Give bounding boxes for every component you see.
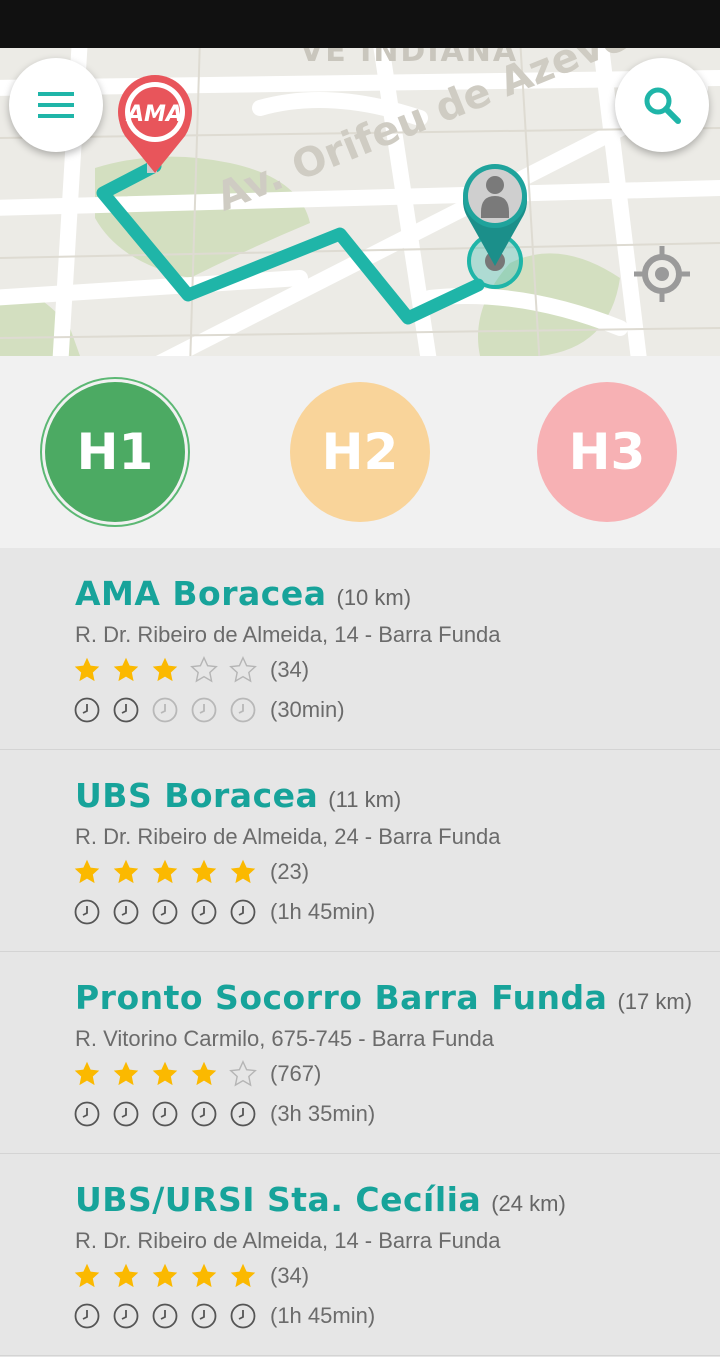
hamburger-menu-icon	[38, 92, 74, 118]
wait-time: (3h 35min)	[270, 1101, 376, 1126]
menu-button[interactable]	[9, 58, 103, 152]
place-address: R. Dr. Ribeiro de Almeida, 24 - Barra Fu…	[75, 824, 501, 849]
clock-icon	[191, 1101, 217, 1127]
clock-icon	[74, 697, 100, 723]
place-distance: (11 km)	[328, 787, 402, 812]
review-count: (767)	[270, 1061, 322, 1086]
clock-icon	[152, 899, 178, 925]
rating-stars: (767)	[73, 1060, 321, 1088]
place-distance: (10 km)	[336, 585, 412, 610]
list-item[interactable]: AMA Boracea (10 km) R. Dr. Ribeiro de Alm…	[0, 548, 720, 750]
star-filled-icon	[113, 657, 139, 682]
clock-icon	[113, 697, 139, 723]
star-filled-icon	[152, 657, 178, 682]
rating-stars: (34)	[73, 656, 309, 684]
list-item[interactable]: Pronto Socorro Barra Funda (17 km) R. Vit…	[0, 952, 720, 1154]
clock-icon	[230, 1303, 256, 1329]
clock-icon	[113, 1303, 139, 1329]
star-filled-icon	[113, 1263, 139, 1288]
clock-icon	[191, 1303, 217, 1329]
hospital-tab-bar: H1 H2 H3	[0, 356, 720, 548]
clock-icon	[230, 899, 256, 925]
wait-clocks: (30min)	[73, 696, 345, 724]
clock-icon	[191, 899, 217, 925]
review-count: (34)	[270, 1263, 310, 1288]
place-name: UBS/URSI Sta. Cecília	[75, 1180, 482, 1219]
map-canvas: AMA	[0, 48, 720, 356]
star-filled-icon	[74, 859, 100, 884]
place-distance: (24 km)	[491, 1191, 566, 1216]
search-button[interactable]	[615, 58, 709, 152]
star-filled-icon	[191, 1061, 217, 1086]
wait-time: (1h 45min)	[270, 1303, 376, 1328]
tab-h2[interactable]: H2	[290, 382, 430, 522]
user-location-pin[interactable]	[463, 164, 527, 289]
wait-clocks: (3h 35min)	[73, 1100, 375, 1128]
clock-icon	[113, 899, 139, 925]
clock-icon	[230, 1101, 256, 1127]
search-icon	[644, 87, 681, 124]
review-count: (23)	[270, 859, 310, 884]
clock-icon	[152, 1101, 178, 1127]
place-address: R. Vitorino Carmilo, 675-745 - Barra Fun…	[75, 1026, 495, 1051]
star-filled-icon	[230, 1263, 256, 1288]
rating-stars: (23)	[73, 858, 309, 886]
place-distance: (17 km)	[617, 989, 693, 1014]
star-empty-icon	[190, 656, 218, 683]
star-filled-icon	[191, 1263, 217, 1288]
star-filled-icon	[74, 1263, 100, 1288]
clock-icon	[113, 1101, 139, 1127]
place-address: R. Dr. Ribeiro de Almeida, 14 - Barra Fu…	[75, 622, 501, 647]
list-item[interactable]: UBS Boracea (11 km) R. Dr. Ribeiro de Alm…	[0, 750, 720, 952]
star-filled-icon	[113, 1061, 139, 1086]
clock-faded-icon	[230, 697, 256, 723]
places-list: AMA Boracea (10 km) R. Dr. Ribeiro de Alm…	[0, 548, 720, 1357]
place-name: UBS Boracea	[75, 776, 319, 815]
wait-clocks: (1h 45min)	[73, 898, 375, 926]
crosshair-icon[interactable]	[634, 246, 690, 302]
wait-time: (30min)	[270, 697, 345, 722]
star-filled-icon	[113, 859, 139, 884]
origin-pin-label: AMA	[125, 102, 183, 127]
status-bar	[0, 0, 720, 48]
place-name: AMA Boracea	[75, 574, 327, 613]
star-filled-icon	[74, 657, 100, 682]
clock-faded-icon	[152, 697, 178, 723]
clock-icon	[74, 1101, 100, 1127]
star-empty-icon	[229, 656, 257, 683]
clock-faded-icon	[191, 697, 217, 723]
wait-clocks: (1h 45min)	[73, 1302, 375, 1330]
clock-icon	[152, 1303, 178, 1329]
tab-h1[interactable]: H1	[40, 377, 190, 527]
star-filled-icon	[152, 1263, 178, 1288]
star-empty-icon	[229, 1060, 257, 1087]
wait-time: (1h 45min)	[270, 899, 376, 924]
star-filled-icon	[230, 859, 256, 884]
clock-icon	[74, 1303, 100, 1329]
place-name: Pronto Socorro Barra Funda	[75, 978, 608, 1017]
place-address: R. Dr. Ribeiro de Almeida, 14 - Barra Fu…	[75, 1228, 501, 1253]
star-filled-icon	[152, 1061, 178, 1086]
rating-stars: (34)	[73, 1262, 309, 1290]
map-view[interactable]: AMA VE INDIANA Av. Orifeu de Azevedo	[0, 48, 720, 356]
star-filled-icon	[152, 859, 178, 884]
clock-icon	[74, 899, 100, 925]
review-count: (34)	[270, 657, 310, 682]
tab-h3[interactable]: H3	[537, 382, 677, 522]
list-item[interactable]: UBS/URSI Sta. Cecília (24 km) R. Dr. Ribe…	[0, 1154, 720, 1356]
star-filled-icon	[191, 859, 217, 884]
star-filled-icon	[74, 1061, 100, 1086]
